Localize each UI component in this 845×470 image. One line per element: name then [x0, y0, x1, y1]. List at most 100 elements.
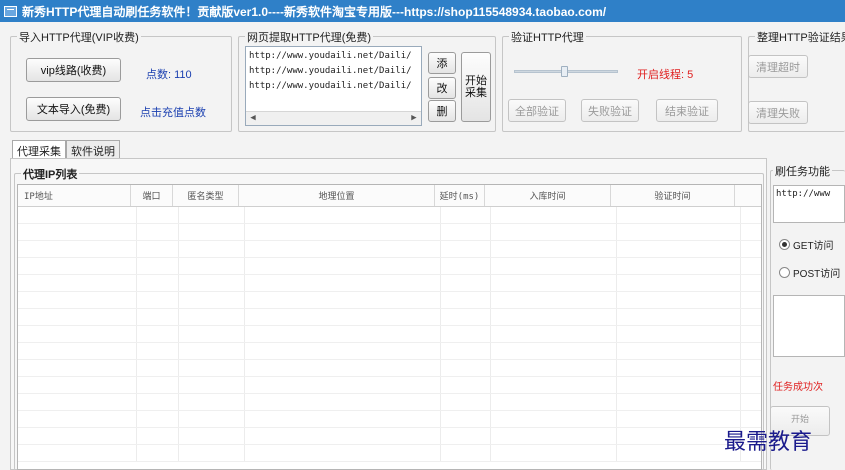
- table-row[interactable]: [18, 394, 761, 411]
- col-anon-type[interactable]: 匿名类型: [173, 185, 239, 206]
- url-item[interactable]: http://www.youdaili.net/Daili/: [249, 49, 418, 64]
- table-cell: [137, 445, 179, 461]
- get-radio[interactable]: GET访问: [779, 237, 834, 252]
- table-cell: [617, 360, 741, 376]
- delete-url-button[interactable]: 删: [428, 100, 456, 122]
- table-row[interactable]: [18, 428, 761, 445]
- table-cell: [441, 275, 491, 291]
- table-row[interactable]: [18, 411, 761, 428]
- verify-failed-button[interactable]: 失败验证: [581, 99, 639, 122]
- table-cell: [617, 292, 741, 308]
- table-cell: [179, 360, 245, 376]
- clear-timeout-button[interactable]: 清理超时: [748, 55, 808, 78]
- task-url-value: http://www: [776, 189, 831, 199]
- recharge-link[interactable]: 点击充值点数: [140, 104, 206, 120]
- title-bar: 新秀HTTP代理自动刷任务软件！贡献版ver1.0----新秀软件淘宝专用版--…: [0, 0, 845, 22]
- table-row[interactable]: [18, 207, 761, 224]
- table-cell: [179, 445, 245, 461]
- url-list-scrollbar[interactable]: ◀ ▶: [246, 111, 421, 125]
- table-body: [18, 207, 761, 462]
- table-cell: [491, 326, 617, 342]
- table-cell: [441, 241, 491, 257]
- table-cell: [137, 360, 179, 376]
- table-cell: [491, 377, 617, 393]
- table-cell: [18, 445, 137, 461]
- table-cell: [245, 275, 441, 291]
- table-row[interactable]: [18, 224, 761, 241]
- table-row[interactable]: [18, 360, 761, 377]
- table-row[interactable]: [18, 292, 761, 309]
- post-label: POST访问: [793, 269, 841, 280]
- fetch-url-list[interactable]: http://www.youdaili.net/Daili/ http://ww…: [245, 46, 422, 126]
- table-cell: [179, 224, 245, 240]
- edit-url-button[interactable]: 改: [428, 77, 456, 99]
- vip-line-button[interactable]: vip线路(收费): [26, 58, 121, 82]
- table-cell: [18, 360, 137, 376]
- table-cell: [441, 258, 491, 274]
- post-data-field[interactable]: [773, 295, 845, 357]
- proxy-ip-table[interactable]: IP地址 端口 匿名类型 地理位置 延时(ms) 入库时间 验证时间: [17, 184, 762, 470]
- table-row[interactable]: [18, 275, 761, 292]
- post-radio[interactable]: POST访问: [779, 265, 840, 280]
- start-collect-label-2: 采集: [465, 87, 487, 99]
- clear-failed-button[interactable]: 清理失败: [748, 101, 808, 124]
- table-cell: [137, 309, 179, 325]
- thread-slider-thumb[interactable]: [561, 66, 568, 77]
- task-success-count-label: 任务成功次: [773, 382, 823, 393]
- col-ip[interactable]: IP地址: [18, 185, 131, 206]
- end-verify-button[interactable]: 结束验证: [656, 99, 718, 122]
- table-row[interactable]: [18, 343, 761, 360]
- table-cell: [617, 326, 741, 342]
- scroll-left-icon[interactable]: ◀: [246, 112, 260, 125]
- table-cell: [617, 343, 741, 359]
- verify-group-title: 验证HTTP代理: [509, 29, 586, 45]
- col-verify-time[interactable]: 验证时间: [611, 185, 735, 206]
- table-cell: [18, 207, 137, 223]
- proxy-list-title: 代理IP列表: [21, 166, 80, 182]
- url-item[interactable]: http://www.youdaili.net/Daili/: [249, 79, 418, 94]
- text-import-button[interactable]: 文本导入(免费): [26, 97, 121, 121]
- verify-all-button[interactable]: 全部验证: [508, 99, 566, 122]
- table-cell: [18, 241, 137, 257]
- url-item[interactable]: http://www.youdaili.net/Daili/: [249, 64, 418, 79]
- table-cell: [441, 360, 491, 376]
- table-cell: [617, 241, 741, 257]
- radio-unchecked-icon[interactable]: [779, 267, 790, 278]
- col-port[interactable]: 端口: [131, 185, 173, 206]
- table-row[interactable]: [18, 309, 761, 326]
- col-location[interactable]: 地理位置: [239, 185, 435, 206]
- table-row[interactable]: [18, 326, 761, 343]
- table-cell: [245, 343, 441, 359]
- table-cell: [491, 224, 617, 240]
- table-cell: [441, 411, 491, 427]
- table-row[interactable]: [18, 377, 761, 394]
- table-cell: [617, 258, 741, 274]
- table-cell: [18, 224, 137, 240]
- col-latency[interactable]: 延时(ms): [435, 185, 485, 206]
- table-cell: [179, 394, 245, 410]
- table-cell: [179, 207, 245, 223]
- table-cell: [441, 343, 491, 359]
- table-cell: [491, 428, 617, 444]
- radio-checked-icon[interactable]: [779, 239, 790, 250]
- table-cell: [491, 207, 617, 223]
- table-row[interactable]: [18, 241, 761, 258]
- col-stored-time[interactable]: 入库时间: [485, 185, 611, 206]
- table-cell: [245, 241, 441, 257]
- table-cell: [441, 292, 491, 308]
- table-cell: [441, 428, 491, 444]
- table-cell: [491, 275, 617, 291]
- table-cell: [245, 326, 441, 342]
- start-collect-button[interactable]: 开始 采集: [461, 52, 491, 122]
- table-row[interactable]: [18, 445, 761, 462]
- table-cell: [179, 292, 245, 308]
- scroll-right-icon[interactable]: ▶: [407, 112, 421, 125]
- table-cell: [245, 445, 441, 461]
- table-cell: [617, 428, 741, 444]
- table-cell: [137, 377, 179, 393]
- table-row[interactable]: [18, 258, 761, 275]
- add-url-button[interactable]: 添: [428, 52, 456, 74]
- start-collect-label-1: 开始: [465, 75, 487, 87]
- task-url-field[interactable]: http://www: [773, 185, 845, 223]
- threads-label: 开启线程: 5: [637, 69, 694, 81]
